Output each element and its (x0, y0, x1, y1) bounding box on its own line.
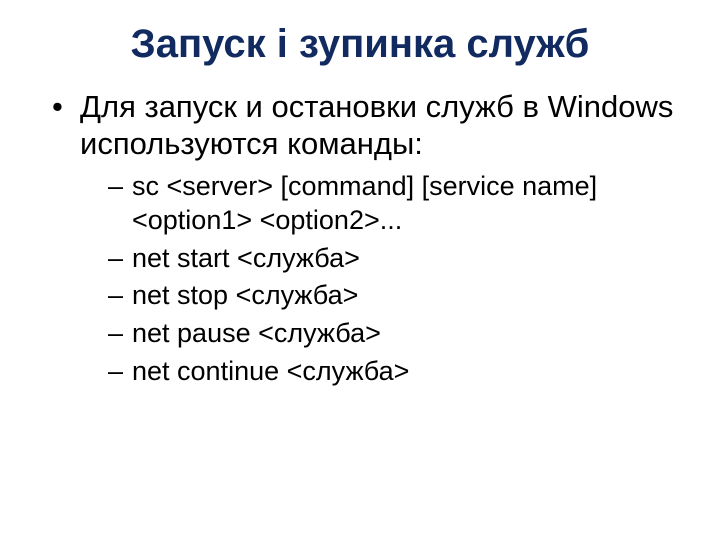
list-item-text: net continue <служба> (132, 356, 409, 386)
list-item: net pause <служба> (108, 317, 680, 351)
slide-title: Запуск і зупинка служб (40, 22, 680, 67)
sub-bullet-list: sc <server> [command] [service name] <op… (80, 170, 680, 389)
list-item-text: net pause <служба> (132, 318, 381, 348)
list-item: net continue <служба> (108, 355, 680, 389)
list-item: net start <служба> (108, 242, 680, 276)
list-item-text: Для запуск и остановки служб в Windows и… (80, 89, 673, 161)
list-item: Для запуск и остановки служб в Windows и… (52, 89, 680, 389)
list-item: net stop <служба> (108, 279, 680, 313)
slide: Запуск і зупинка служб Для запуск и оста… (0, 0, 720, 540)
list-item: sc <server> [command] [service name] <op… (108, 170, 680, 238)
list-item-text: net start <служба> (132, 243, 360, 273)
list-item-text: net stop <служба> (132, 280, 358, 310)
bullet-list: Для запуск и остановки служб в Windows и… (40, 89, 680, 389)
list-item-text: sc <server> [command] [service name] <op… (132, 171, 597, 235)
